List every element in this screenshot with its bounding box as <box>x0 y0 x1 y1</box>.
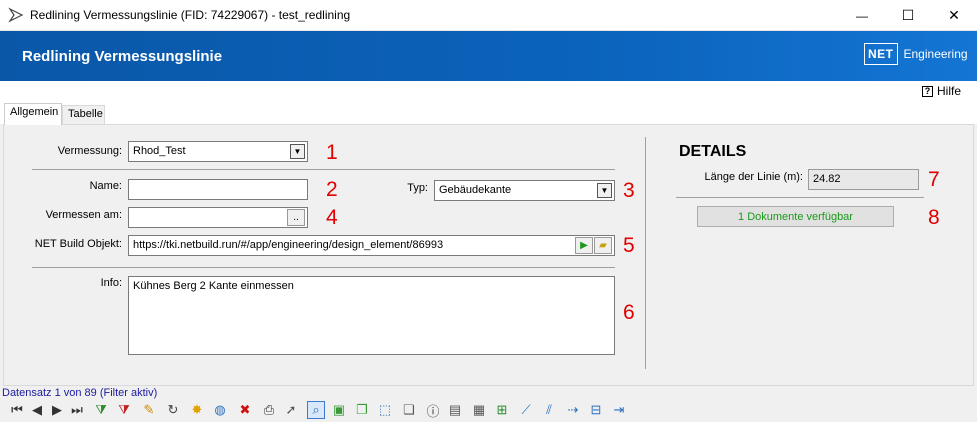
app-icon <box>8 7 24 23</box>
name-input[interactable] <box>128 179 308 200</box>
date-picker-button[interactable]: .. <box>287 209 305 226</box>
add-filter-icon[interactable]: ⧩ <box>92 401 110 419</box>
typ-value: Gebäudekante <box>439 184 512 196</box>
report-icon[interactable]: ▤ <box>446 401 464 419</box>
marker-8: 8 <box>928 206 940 229</box>
maximize-button[interactable]: ☐ <box>885 0 931 31</box>
vermessen-am-input[interactable]: .. <box>128 207 308 228</box>
measure-lines-icon[interactable]: ⫽ <box>540 401 558 419</box>
marker-4: 4 <box>326 206 338 229</box>
net-build-objekt-value: https://tki.netbuild.run/#/app/engineeri… <box>133 239 444 251</box>
prev-record-icon[interactable]: ◀ <box>28 401 46 419</box>
folder-open-icon[interactable]: ▰ <box>594 237 612 254</box>
edit-pencil-icon[interactable]: ✎ <box>140 401 158 419</box>
globe-icon[interactable]: ◍ <box>211 401 229 419</box>
brand-logo: NET <box>864 43 898 65</box>
maximize-icon: ☐ <box>901 7 915 23</box>
brand: NET Engineering <box>864 43 968 65</box>
vermessung-value: Rhod_Test <box>133 145 186 157</box>
documents-label: 1 Dokumente verfügbar <box>738 210 853 223</box>
record-status: Datensatz 1 von 89 (Filter aktiv) <box>2 387 158 399</box>
vermessung-label: Vermessung: <box>57 145 122 157</box>
marker-1: 1 <box>326 141 338 164</box>
vertical-divider <box>645 137 646 369</box>
tab-strip: Allgemein Tabelle <box>0 101 977 125</box>
select-area-icon[interactable]: ⬚ <box>376 401 394 419</box>
laenge-label: Länge der Linie (m): <box>704 171 803 183</box>
info-textarea[interactable]: Kühnes Berg 2 Kante einmessen <box>128 276 615 355</box>
info-label: Info: <box>100 277 122 289</box>
bottom-toolbar: ⏮ ◀ ▶ ⏭ ⧩ ⧩ ✎ ↻ ✸ ◍ ✖ ⎙ ➚ ⌕ ▣ ❐ ⬚ ❏ ⓘ ▤ ▦ ⊞ ⟋ ⫽ ⇢ ⊟ ⇥ <box>4 400 974 420</box>
play-icon[interactable]: ▶ <box>575 237 593 254</box>
vermessung-select[interactable]: Rhod_Test ▼ <box>128 141 308 162</box>
table-edit-icon[interactable]: ⊟ <box>587 401 605 419</box>
shape-copy-icon[interactable]: ❐ <box>353 401 371 419</box>
marker-3: 3 <box>623 179 635 202</box>
export-icon[interactable]: ▦ <box>470 401 488 419</box>
stack-icon[interactable]: ❏ <box>400 401 418 419</box>
first-record-icon[interactable]: ⏮ <box>8 401 26 419</box>
typ-label: Typ: <box>407 182 428 194</box>
highlight-icon[interactable]: ✸ <box>188 401 206 419</box>
exit-icon[interactable]: ⇥ <box>610 401 628 419</box>
shape-green-icon[interactable]: ▣ <box>330 401 348 419</box>
typ-select[interactable]: Gebäudekante ▼ <box>434 180 615 201</box>
last-record-icon[interactable]: ⏭ <box>68 401 86 419</box>
marker-2: 2 <box>326 178 338 201</box>
chevron-down-icon[interactable]: ▼ <box>290 144 305 159</box>
next-record-icon[interactable]: ▶ <box>48 401 66 419</box>
marker-5: 5 <box>623 234 635 257</box>
divider <box>676 197 924 198</box>
select-cursor-icon[interactable]: ➚ <box>282 401 300 419</box>
help-label: Hilfe <box>937 84 962 98</box>
details-heading: DETAILS <box>679 143 747 160</box>
minimize-icon: — <box>856 8 868 23</box>
help-button[interactable]: ? Hilfe <box>922 84 961 98</box>
header-title: Redlining Vermessungslinie <box>22 48 223 65</box>
tab-allgemein[interactable]: Allgemein <box>4 103 62 125</box>
info-value: Kühnes Berg 2 Kante einmessen <box>133 280 294 292</box>
map-add-icon[interactable]: ⊞ <box>493 401 511 419</box>
net-build-objekt-input[interactable]: https://tki.netbuild.run/#/app/engineeri… <box>128 235 615 256</box>
help-bar: ? Hilfe <box>0 81 977 101</box>
net-build-objekt-label: NET Build Objekt: <box>34 238 122 250</box>
move-points-icon[interactable]: ⇢ <box>564 401 582 419</box>
refresh-icon[interactable]: ↻ <box>164 401 182 419</box>
remove-filter-icon[interactable]: ⧩ <box>115 401 133 419</box>
zoom-icon[interactable]: ⌕ <box>307 401 325 419</box>
info-icon[interactable]: ⓘ <box>424 401 442 419</box>
tab-tabelle[interactable]: Tabelle <box>62 105 105 124</box>
laenge-value: 24.82 <box>813 173 841 185</box>
name-label: Name: <box>89 180 122 192</box>
close-button[interactable]: ✕ <box>931 0 977 31</box>
divider <box>32 169 615 170</box>
marker-6: 6 <box>623 301 635 324</box>
window-title: Redlining Vermessungslinie (FID: 7422906… <box>30 8 351 22</box>
tab-tabelle-label: Tabelle <box>68 108 103 120</box>
close-icon: ✕ <box>948 7 960 23</box>
documents-button[interactable]: 1 Dokumente verfügbar <box>697 206 894 227</box>
measure-line-icon[interactable]: ⟋ <box>517 401 535 419</box>
title-bar: Redlining Vermessungslinie (FID: 7422906… <box>0 0 977 31</box>
chevron-down-icon[interactable]: ▼ <box>597 183 612 198</box>
tab-allgemein-label: Allgemein <box>10 106 59 118</box>
vermessen-am-label: Vermessen am: <box>45 209 122 221</box>
brand-text: Engineering <box>903 47 968 61</box>
delete-icon[interactable]: ✖ <box>236 401 254 419</box>
minimize-button[interactable]: — <box>839 0 885 31</box>
print-icon[interactable]: ⎙ <box>260 401 278 419</box>
laenge-value-field: 24.82 <box>808 169 919 190</box>
help-icon: ? <box>922 85 933 97</box>
app-header: Redlining Vermessungslinie NET Engineeri… <box>0 31 977 81</box>
divider <box>32 267 615 268</box>
marker-7: 7 <box>928 168 940 191</box>
